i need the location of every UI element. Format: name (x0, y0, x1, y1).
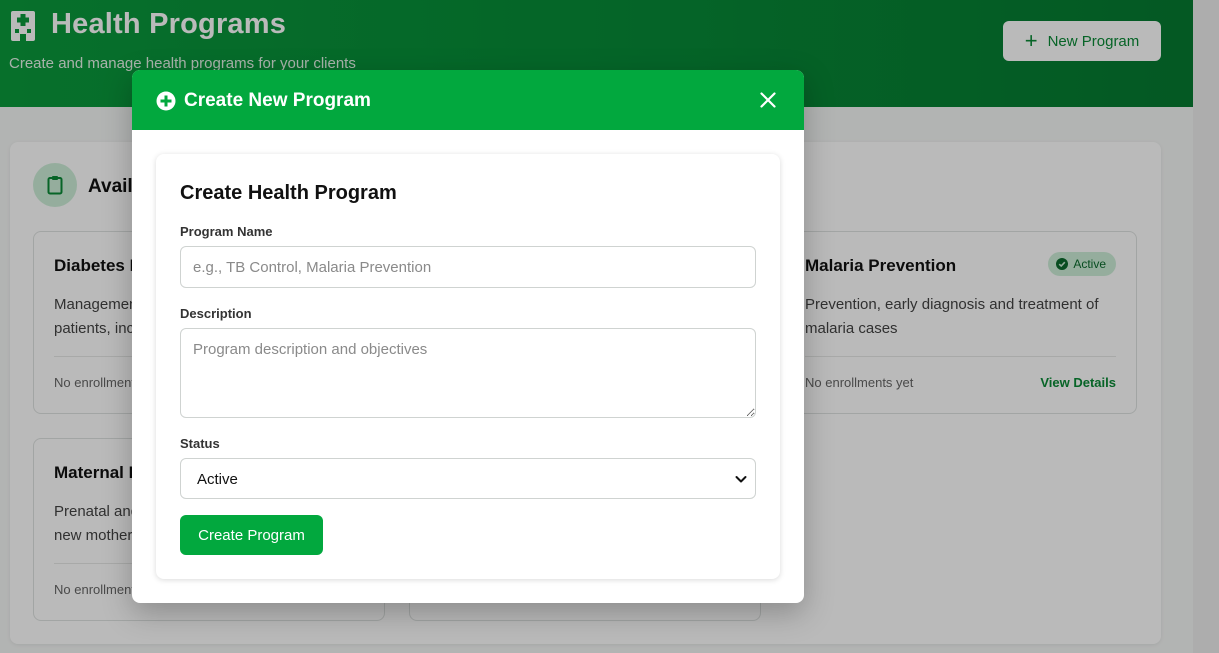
status-label: Status (180, 436, 220, 451)
close-icon (760, 92, 776, 108)
description-textarea[interactable] (180, 328, 756, 418)
create-program-modal: Create New Program Create Health Program… (132, 70, 804, 603)
form-title: Create Health Program (180, 182, 397, 204)
create-program-button[interactable]: Create Program (180, 515, 323, 555)
status-select-value: Active (197, 471, 238, 488)
modal-header: Create New Program (132, 70, 804, 130)
description-label: Description (180, 306, 252, 321)
close-button[interactable] (754, 86, 782, 114)
program-form: Create Health Program Program Name Descr… (156, 154, 780, 579)
status-select[interactable]: Active (180, 458, 756, 499)
program-name-input[interactable] (180, 246, 756, 288)
modal-title: Create New Program (184, 90, 371, 111)
program-name-label: Program Name (180, 224, 273, 239)
plus-circle-icon (156, 91, 176, 111)
chevron-down-icon (735, 476, 747, 483)
